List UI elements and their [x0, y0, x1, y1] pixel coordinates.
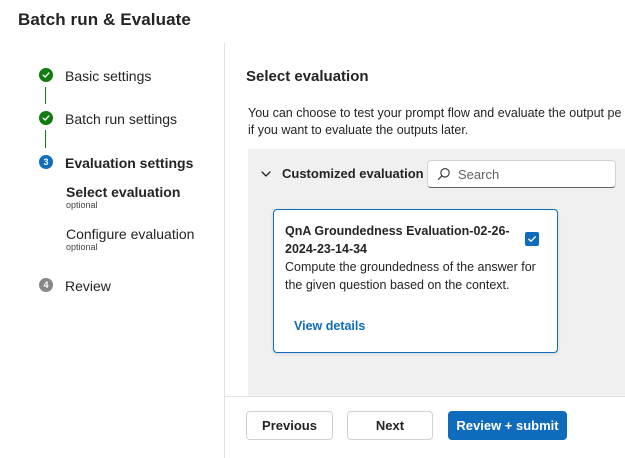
checkmark-icon: [528, 236, 536, 242]
evaluation-card[interactable]: QnA Groundedness Evaluation-02-26-2024-2…: [273, 209, 558, 353]
search-icon: [437, 168, 450, 180]
previous-button[interactable]: Previous: [246, 411, 333, 440]
step-connector: [45, 87, 46, 104]
card-checkbox[interactable]: [525, 232, 539, 246]
dialog-title: Batch run & Evaluate: [18, 10, 191, 29]
footer-divider: [225, 396, 625, 397]
search-input[interactable]: [458, 166, 608, 182]
review-submit-button[interactable]: Review + submit: [448, 411, 567, 440]
checkmark-icon: [39, 68, 53, 82]
step-connector: [45, 130, 46, 148]
customized-evaluation-toggle[interactable]: Customized evaluation: [259, 166, 424, 181]
section-description: You can choose to test your prompt flow …: [248, 105, 625, 139]
substep-label: Configure evaluation: [66, 226, 195, 242]
substep-label: Select evaluation: [66, 184, 181, 200]
description-line: You can choose to test your prompt flow …: [248, 106, 622, 120]
step-batch-run-settings[interactable]: Batch run settings: [65, 111, 177, 127]
step-review[interactable]: Review: [65, 278, 111, 294]
view-details-link[interactable]: View details: [294, 319, 365, 333]
step-number-badge: 4: [39, 278, 53, 292]
checkmark-icon: [39, 111, 53, 125]
step-basic-settings[interactable]: Basic settings: [65, 68, 151, 84]
description-line: if you want to evaluate the outputs late…: [248, 123, 469, 137]
substep-configure-evaluation[interactable]: Configure evaluation optional: [66, 226, 194, 253]
search-box[interactable]: [427, 160, 616, 188]
card-description: Compute the groundedness of the answer f…: [285, 260, 536, 292]
step-evaluation-settings[interactable]: Evaluation settings: [65, 155, 193, 171]
substep-note: optional: [66, 200, 98, 210]
substep-select-evaluation[interactable]: Select evaluation optional: [66, 184, 180, 211]
chevron-down-icon: [261, 170, 271, 177]
next-button[interactable]: Next: [347, 411, 433, 440]
group-label: Customized evaluation: [282, 166, 424, 181]
substep-note: optional: [66, 242, 98, 252]
card-title: QnA Groundedness Evaluation-02-26-2024-2…: [285, 224, 510, 256]
section-title: Select evaluation: [246, 68, 369, 85]
step-number-badge: 3: [39, 155, 53, 169]
